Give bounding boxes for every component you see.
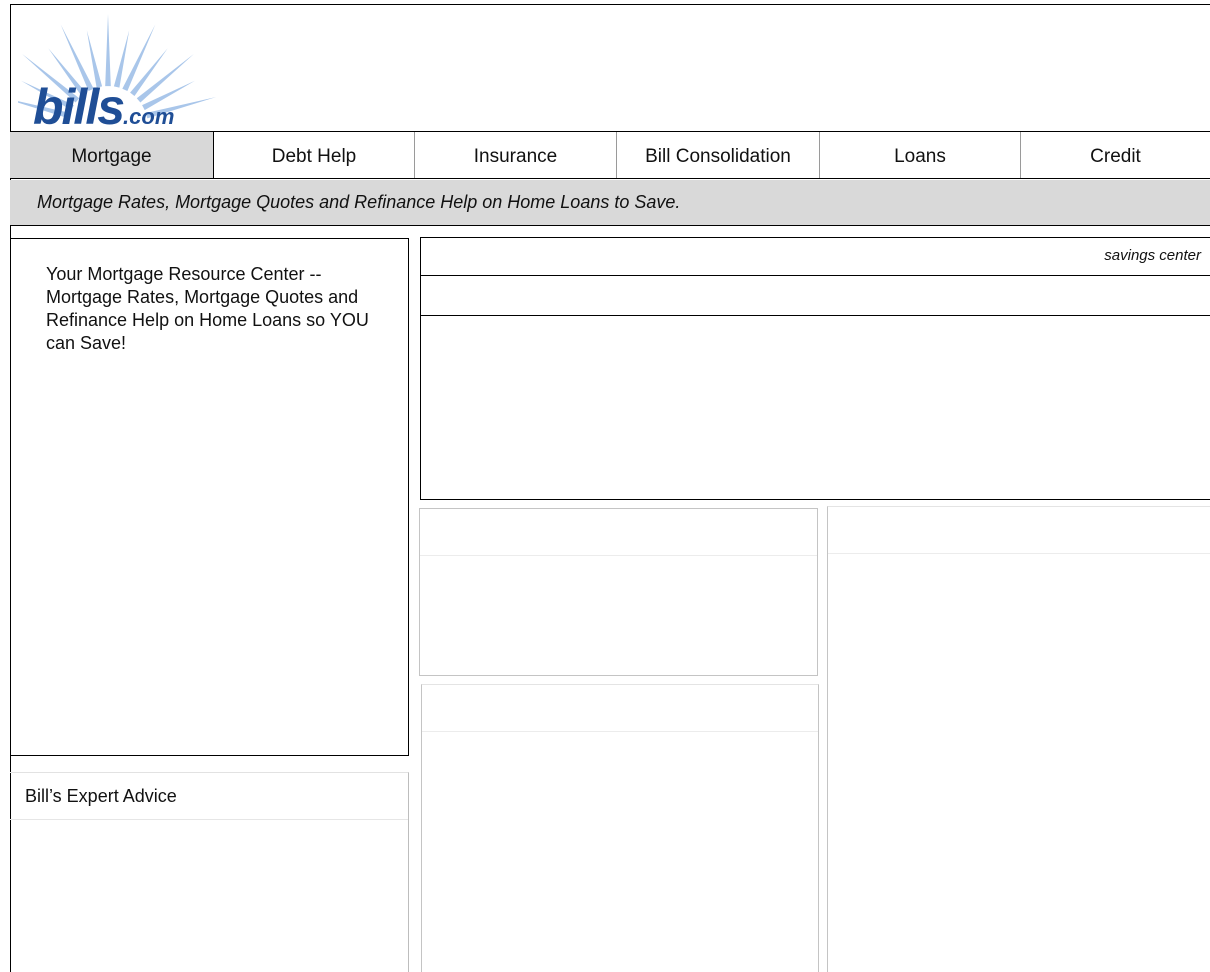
main-nav: Mortgage Debt Help Insurance Bill Consol… — [10, 131, 1210, 179]
tagline-bar: Mortgage Rates, Mortgage Quotes and Refi… — [10, 180, 1210, 226]
nav-tab-label: Debt Help — [271, 146, 357, 167]
nav-tab-credit[interactable]: Credit — [1021, 132, 1210, 178]
savings-center-label: savings center — [1104, 247, 1201, 264]
savings-center-subheader — [421, 276, 1210, 316]
expert-advice-title: Bill’s Expert Advice — [25, 785, 177, 806]
tagline-text: Mortgage Rates, Mortgage Quotes and Refi… — [37, 192, 681, 212]
site-logo[interactable]: bills.com — [18, 8, 218, 135]
content-box-1 — [419, 508, 818, 676]
savings-center-header: savings center — [421, 238, 1210, 276]
content-box-1-header — [420, 509, 817, 556]
nav-tab-bill-consolidation[interactable]: Bill Consolidation — [617, 132, 820, 178]
nav-tab-label: Mortgage — [71, 146, 152, 167]
page: bills.com Mortgage Debt Help Insurance B… — [0, 0, 1210, 972]
savings-center-panel: savings center — [420, 237, 1210, 500]
resource-center-panel: Your Mortgage Resource Center -- Mortgag… — [10, 238, 409, 756]
content-box-right — [827, 506, 1210, 972]
content-box-2-header — [422, 685, 818, 732]
logo-suffix-text: .com — [123, 104, 175, 129]
nav-tab-label: Credit — [1090, 146, 1141, 167]
nav-tab-debt-help[interactable]: Debt Help — [214, 132, 415, 178]
nav-tab-mortgage[interactable]: Mortgage — [10, 132, 214, 178]
content-box-2 — [421, 684, 819, 972]
nav-tab-label: Bill Consolidation — [645, 146, 791, 167]
nav-tab-loans[interactable]: Loans — [820, 132, 1021, 178]
logo-ray — [105, 14, 111, 87]
nav-tab-insurance[interactable]: Insurance — [415, 132, 617, 178]
logo-wordmark: bills.com — [33, 78, 174, 136]
nav-tab-label: Insurance — [473, 146, 558, 167]
expert-advice-panel: Bill’s Expert Advice — [10, 772, 409, 972]
content-box-right-header — [828, 507, 1210, 554]
logo-main-text: bills — [33, 79, 125, 135]
nav-tab-label: Loans — [894, 146, 946, 167]
resource-center-text: Your Mortgage Resource Center -- Mortgag… — [46, 264, 369, 353]
expert-advice-header: Bill’s Expert Advice — [10, 773, 408, 820]
